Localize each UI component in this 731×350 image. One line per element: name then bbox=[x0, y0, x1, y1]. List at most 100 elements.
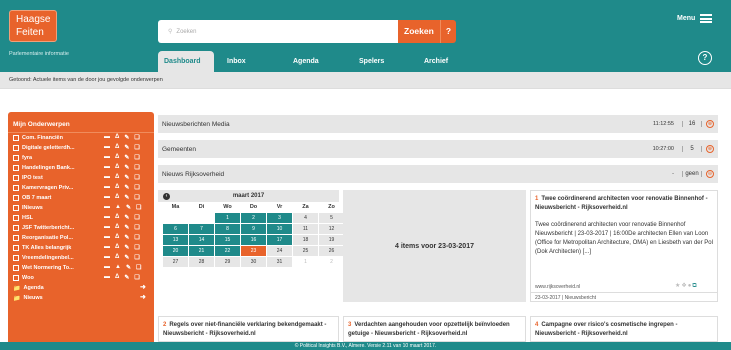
calendar-day[interactable]: 13 bbox=[163, 235, 188, 245]
sidebar-topic[interactable]: OB 7 maart ▬ Δ ✎ ❑ bbox=[8, 193, 154, 203]
folder-icon[interactable]: ▬ bbox=[104, 214, 110, 221]
tab-spelers[interactable]: Spelers bbox=[352, 51, 418, 72]
chevron-left-icon[interactable]: ‹ bbox=[163, 192, 170, 200]
pencil-icon[interactable]: ✎ bbox=[124, 154, 129, 161]
calendar-day[interactable]: 4 bbox=[293, 213, 318, 223]
news-card-2[interactable]: 2 Regels over niet-financiële verklaring … bbox=[158, 316, 339, 342]
topic-checkbox[interactable] bbox=[13, 215, 19, 221]
calendar-day[interactable]: 28 bbox=[189, 257, 214, 267]
pencil-icon[interactable]: ✎ bbox=[124, 234, 129, 241]
calendar-day[interactable]: 8 bbox=[215, 224, 240, 234]
calendar-day[interactable]: 6 bbox=[163, 224, 188, 234]
topic-checkbox[interactable] bbox=[13, 165, 19, 171]
trash-icon[interactable]: ❑ bbox=[134, 254, 139, 261]
tab-agenda[interactable]: Agenda bbox=[284, 51, 352, 72]
search-button[interactable]: Zoeken bbox=[398, 20, 440, 43]
pencil-icon[interactable]: ✎ bbox=[124, 194, 129, 201]
sidebar-topic[interactable]: Handelingen Bank... ▬ Δ ✎ ❑ bbox=[8, 163, 154, 173]
calendar-day[interactable]: 15 bbox=[215, 235, 240, 245]
trash-icon[interactable]: ❑ bbox=[134, 174, 139, 181]
folder-icon[interactable]: ▬ bbox=[104, 254, 110, 261]
trash-icon[interactable]: ❑ bbox=[134, 274, 139, 281]
bell-filled-icon[interactable]: ▲ bbox=[115, 264, 121, 271]
trash-icon[interactable]: ❑ bbox=[136, 204, 141, 211]
calendar-day[interactable]: 26 bbox=[319, 246, 344, 256]
folder-icon[interactable]: ▬ bbox=[104, 204, 110, 211]
trash-icon[interactable]: ❑ bbox=[134, 184, 139, 191]
pencil-icon[interactable]: ✎ bbox=[124, 134, 129, 141]
calendar-day[interactable]: 1 bbox=[215, 213, 240, 223]
calendar-day[interactable]: 2 bbox=[319, 257, 344, 267]
news-card-1[interactable]: 1 Twee coördinerend architecten voor reno… bbox=[530, 190, 718, 302]
sidebar-topic[interactable]: JSF Twitterbericht... ▬ Δ ✎ ❑ bbox=[8, 223, 154, 233]
trash-icon[interactable]: ❑ bbox=[134, 214, 139, 221]
bell-icon[interactable]: Δ bbox=[115, 144, 119, 151]
calendar-day[interactable]: 22 bbox=[215, 246, 240, 256]
calendar-day[interactable]: 23 bbox=[241, 246, 266, 256]
folder-icon[interactable]: ▬ bbox=[104, 224, 110, 231]
trash-icon[interactable]: ❑ bbox=[134, 194, 139, 201]
calendar-day[interactable]: 17 bbox=[267, 235, 292, 245]
pencil-icon[interactable]: ✎ bbox=[124, 184, 129, 191]
trash-icon[interactable]: ❑ bbox=[134, 244, 139, 251]
sidebar-topic[interactable]: Kamervragen Priv... ▬ Δ ✎ ❑ bbox=[8, 183, 154, 193]
folder-icon[interactable]: ▬ bbox=[104, 274, 110, 281]
calendar-day[interactable]: 7 bbox=[189, 224, 214, 234]
calendar-day[interactable]: 16 bbox=[241, 235, 266, 245]
panel-nieuwsberichten-media[interactable]: Nieuwsberichten Media 11:12:55 16 ⊕ bbox=[158, 115, 718, 133]
calendar-day[interactable]: 20 bbox=[163, 246, 188, 256]
menu-button[interactable]: Menu bbox=[677, 14, 713, 23]
sidebar-topic[interactable]: Woo ▬ Δ ✎ ❑ bbox=[8, 273, 154, 283]
pencil-icon[interactable]: ✎ bbox=[124, 254, 129, 261]
panel-gemeenten[interactable]: Gemeenten 10:27:00 5 ⊕ bbox=[158, 140, 718, 158]
bell-icon[interactable]: Δ bbox=[115, 244, 119, 251]
calendar-day[interactable]: 9 bbox=[241, 224, 266, 234]
calendar-day[interactable]: 29 bbox=[215, 257, 240, 267]
topic-checkbox[interactable] bbox=[13, 225, 19, 231]
bell-icon[interactable]: Δ bbox=[115, 164, 119, 171]
news-card-title-link[interactable]: Twee coördinerend architecten voor renov… bbox=[535, 196, 708, 211]
calendar-day[interactable]: 11 bbox=[293, 224, 318, 234]
pencil-icon[interactable]: ✎ bbox=[126, 264, 131, 271]
pencil-icon[interactable]: ✎ bbox=[124, 224, 129, 231]
news-card-title-link[interactable]: Verdachten aangehouden voor opzettelijk … bbox=[348, 322, 510, 337]
calendar-day[interactable]: 24 bbox=[267, 246, 292, 256]
topic-checkbox[interactable] bbox=[13, 245, 19, 251]
bell-icon[interactable]: Δ bbox=[115, 254, 119, 261]
calendar-day[interactable]: 5 bbox=[319, 213, 344, 223]
search-help-button[interactable]: ? bbox=[440, 20, 456, 43]
sidebar-link-nieuws[interactable]: 📁 Nieuws ➜ bbox=[8, 293, 154, 303]
news-card-3[interactable]: 3 Verdachten aangehouden voor opzettelijk… bbox=[343, 316, 526, 342]
calendar-day[interactable]: 14 bbox=[189, 235, 214, 245]
folder-icon[interactable]: ▬ bbox=[104, 234, 110, 241]
topic-checkbox[interactable] bbox=[13, 155, 19, 161]
trash-icon[interactable]: ❑ bbox=[136, 264, 141, 271]
expand-icon[interactable]: ⊕ bbox=[706, 120, 714, 128]
calendar-day[interactable]: 18 bbox=[293, 235, 318, 245]
folder-icon[interactable]: ▬ bbox=[104, 174, 110, 181]
expand-icon[interactable]: ⊕ bbox=[706, 145, 714, 153]
calendar-day[interactable]: 1 bbox=[293, 257, 318, 267]
calendar-day[interactable]: 19 bbox=[319, 235, 344, 245]
folder-icon[interactable]: ▬ bbox=[104, 244, 110, 251]
trash-icon[interactable]: ❑ bbox=[134, 164, 139, 171]
pencil-icon[interactable]: ✎ bbox=[124, 274, 129, 281]
folder-icon[interactable]: ▬ bbox=[104, 194, 110, 201]
news-card-source[interactable]: www.rijksoverheid.nl bbox=[535, 283, 580, 292]
sidebar-topic[interactable]: fyra ▬ Δ ✎ ❑ bbox=[8, 153, 154, 163]
sidebar-topic[interactable]: Com. Financiën ▬ Δ ✎ ❑ bbox=[8, 133, 154, 143]
bell-icon[interactable]: Δ bbox=[115, 174, 119, 181]
bell-filled-icon[interactable]: ▲ bbox=[115, 204, 121, 211]
tab-archief[interactable]: Archief bbox=[418, 51, 478, 72]
calendar-day[interactable]: 30 bbox=[241, 257, 266, 267]
topic-checkbox[interactable] bbox=[13, 145, 19, 151]
calendar-day[interactable]: 31 bbox=[267, 257, 292, 267]
topic-checkbox[interactable] bbox=[13, 275, 19, 281]
folder-icon[interactable]: ▬ bbox=[104, 264, 110, 271]
pencil-icon[interactable]: ✎ bbox=[124, 164, 129, 171]
calendar-day[interactable]: 25 bbox=[293, 246, 318, 256]
topic-checkbox[interactable] bbox=[13, 265, 19, 271]
pencil-icon[interactable]: ✎ bbox=[124, 174, 129, 181]
calendar-day[interactable]: 12 bbox=[319, 224, 344, 234]
pencil-icon[interactable]: ✎ bbox=[124, 144, 129, 151]
